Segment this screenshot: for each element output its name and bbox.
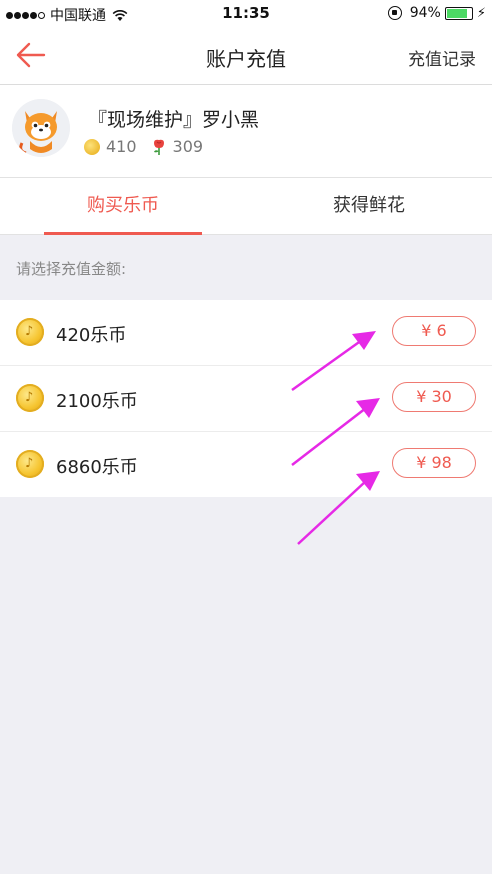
recharge-history-link[interactable]: 充值记录 [408,45,476,70]
coin-icon: ♪ [16,450,44,478]
status-bar: 中国联通 11:35 94% ⚡ [0,0,492,28]
user-stats: 410 309 [84,137,203,156]
back-button[interactable] [14,40,50,72]
tab-get-flowers[interactable]: 获得鲜花 [246,178,492,234]
tab-buy-coins[interactable]: 购买乐币 [0,178,246,234]
package-label: 6860乐币 [56,457,138,478]
price-button[interactable]: ¥ 6 [392,316,476,346]
recharge-page: 中国联通 11:35 94% ⚡ 账户充值 充值记录 『现场维护』罗小黑 410… [0,0,492,874]
back-arrow-icon [16,42,46,68]
battery-icon [444,6,473,20]
package-list: ♪ 420乐币 ¥ 6 ♪ 2100乐币 ¥ 30 ♪ 6860乐币 ¥ 98 [0,300,492,497]
package-label: 420乐币 [56,325,127,346]
battery-percent: 94% [409,5,441,21]
section-label: 请选择充值金额: [16,260,127,278]
tab-bar: 购买乐币 获得鲜花 [0,178,492,235]
package-row[interactable]: ♪ 420乐币 ¥ 6 [0,300,492,366]
active-tab-indicator [44,232,202,235]
coin-icon: ♪ [16,318,44,346]
flower-count: 309 [172,137,204,156]
status-right: 94% ⚡ [387,5,486,21]
rotation-lock-icon [387,6,402,20]
user-profile: 『现场维护』罗小黑 410 309 [0,85,492,178]
coin-icon: ♪ [16,384,44,412]
price-button[interactable]: ¥ 98 [392,448,476,478]
coin-count: 410 [106,137,137,156]
avatar[interactable] [12,99,70,157]
package-label: 2100乐币 [56,391,138,412]
fox-mascot-icon [12,99,70,157]
price-button[interactable]: ¥ 30 [392,382,476,412]
user-name: 『现场维护』罗小黑 [88,109,260,131]
package-row[interactable]: ♪ 2100乐币 ¥ 30 [0,366,492,432]
battery-level [446,8,467,18]
package-row[interactable]: ♪ 6860乐币 ¥ 98 [0,432,492,497]
coin-icon [84,138,100,155]
rose-icon [153,139,164,155]
charging-icon: ⚡ [476,5,486,21]
nav-bar: 账户充值 充值记录 [0,28,492,85]
